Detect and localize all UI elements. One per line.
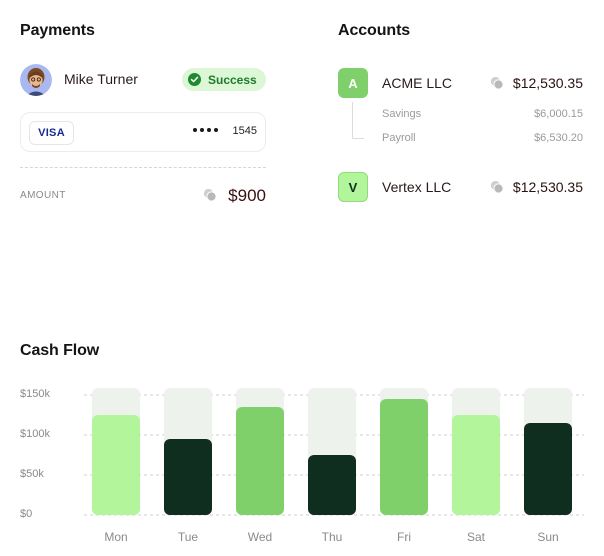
x-tick-label: Mon bbox=[104, 530, 128, 544]
cashflow-chart bbox=[84, 388, 584, 516]
y-tick-label: $150k bbox=[20, 388, 50, 400]
y-tick-label: $50k bbox=[20, 468, 44, 480]
bar-mon[interactable] bbox=[92, 415, 140, 515]
x-tick-label: Sat bbox=[466, 530, 485, 544]
x-tick-label: Thu bbox=[321, 530, 343, 544]
x-tick-label: Fri bbox=[397, 530, 411, 544]
bar-thu[interactable] bbox=[308, 455, 356, 515]
y-tick-label: $100k bbox=[20, 428, 50, 440]
bar-wed[interactable] bbox=[236, 407, 284, 515]
y-tick-label: $0 bbox=[20, 508, 33, 520]
x-tick-label: Sun bbox=[537, 530, 559, 544]
x-tick-label: Wed bbox=[247, 530, 273, 544]
bar-sat[interactable] bbox=[452, 415, 500, 515]
bar-tue[interactable] bbox=[164, 439, 212, 515]
bar-sun[interactable] bbox=[524, 423, 572, 515]
x-tick-label: Tue bbox=[177, 530, 199, 544]
bar-fri[interactable] bbox=[380, 399, 428, 515]
